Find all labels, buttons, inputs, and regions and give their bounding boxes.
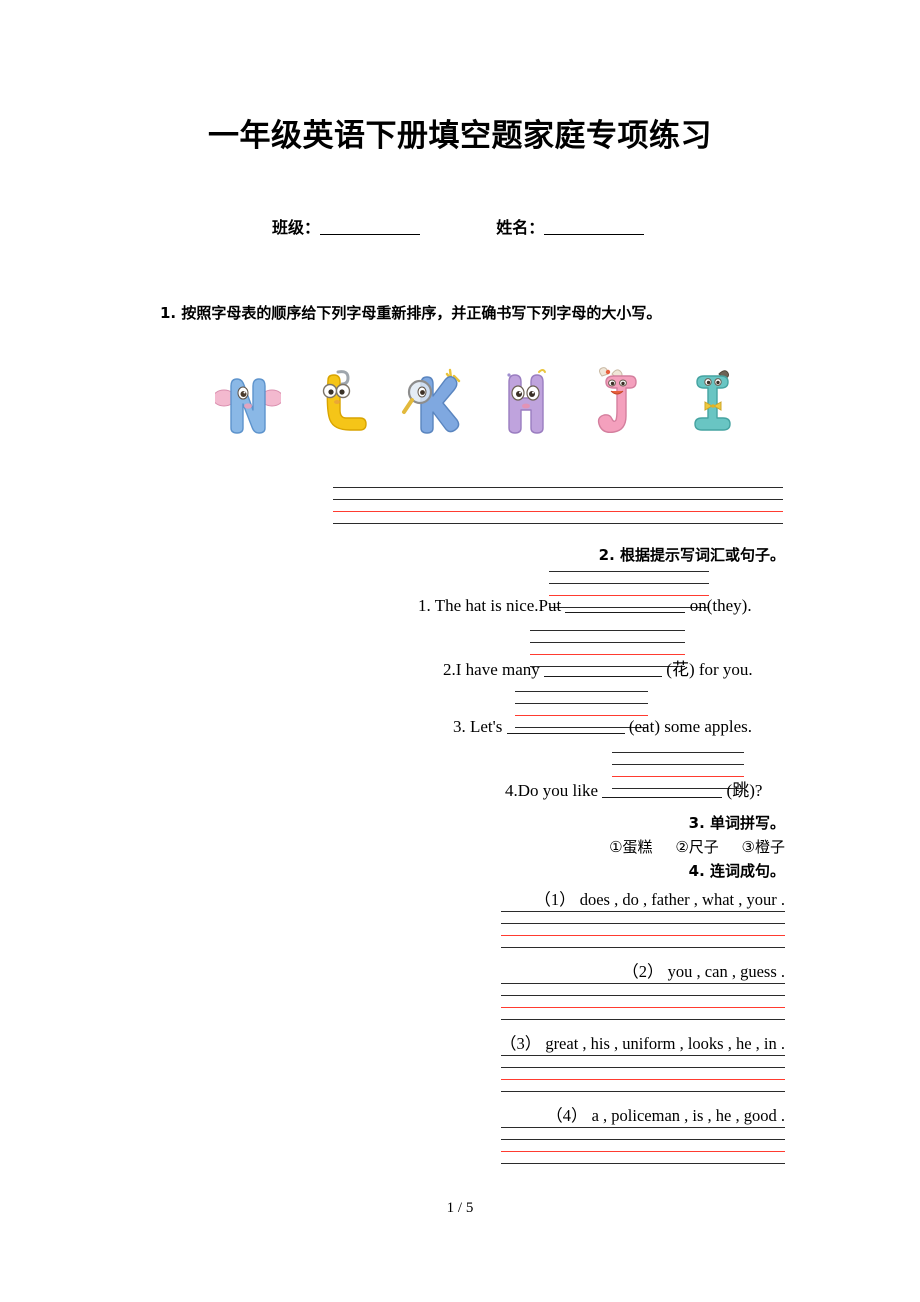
- q2-item-2: 2.I have many (花) for you.: [443, 655, 753, 680]
- q2-item-2-blank[interactable]: [544, 663, 663, 677]
- staff-line-red-mid: [501, 935, 785, 936]
- staff-line-top: [501, 983, 785, 984]
- class-field: 班级：: [272, 214, 421, 238]
- q2-item-3-suffix: (eat) some apples.: [628, 717, 753, 736]
- q2-item-4-suffix: (跳)?: [726, 781, 763, 800]
- staff-line-bottom: [501, 1163, 785, 1164]
- staff-line-upper-mid: [333, 499, 783, 500]
- staff-line-red-mid: [515, 715, 648, 716]
- staff-line-top: [501, 911, 785, 912]
- q2-item-4-prefix: 4.Do you like: [505, 781, 599, 800]
- writing-staff-q4-4[interactable]: [501, 1127, 785, 1165]
- q2-item-4: 4.Do you like (跳)?: [505, 776, 762, 801]
- q4-item-2: （2） you , can , guess .: [622, 962, 785, 981]
- staff-line-bottom: [501, 947, 785, 948]
- letter-image-i: [679, 362, 745, 436]
- q2-item-1-blank[interactable]: [565, 599, 686, 613]
- letter-image-l: [308, 362, 374, 436]
- q2-item-2-prefix: 2.I have many: [443, 660, 540, 679]
- staff-line-top: [501, 1127, 785, 1128]
- staff-line-red-mid: [501, 1007, 785, 1008]
- spell-option-1[interactable]: ①蛋糕: [609, 836, 652, 857]
- question-4-heading: 4. 连词成句。: [688, 862, 785, 880]
- staff-line-upper-mid: [501, 1067, 785, 1068]
- q2-item-1-suffix: on(they).: [689, 596, 752, 615]
- q2-item-3: 3. Let's (eat) some apples.: [453, 717, 752, 737]
- class-label: 班级：: [272, 218, 321, 237]
- writing-staff-q4-3[interactable]: [501, 1055, 785, 1093]
- letter-image-n: [215, 362, 281, 436]
- staff-line-top: [612, 752, 744, 753]
- worksheet-page: 一年级英语下册填空题家庭专项练习 班级： 姓名： 1. 按照字母表的顺序给下列字…: [0, 0, 920, 1302]
- staff-line-red-mid: [501, 1079, 785, 1080]
- q2-item-1: 1. The hat is nice.Put on(they).: [418, 596, 752, 616]
- staff-line-top: [549, 571, 709, 572]
- q4-item-1: （1） does , do , father , what , your .: [534, 890, 785, 909]
- question-1-heading: 1. 按照字母表的顺序给下列字母重新排序，并正确书写下列字母的大小写。: [160, 304, 662, 322]
- name-blank[interactable]: [544, 219, 645, 235]
- staff-line-upper-mid: [549, 583, 709, 584]
- question-2-heading: 2. 根据提示写词汇或句子。: [598, 546, 785, 564]
- staff-line-upper-mid: [530, 642, 685, 643]
- spell-option-3[interactable]: ③橙子: [742, 836, 785, 857]
- writing-staff-q4-2[interactable]: [501, 983, 785, 1021]
- question-3-options: ①蛋糕 ②尺子 ③橙子: [609, 836, 785, 857]
- q4-item-4: （4） a , policeman , is , he , good .: [546, 1106, 785, 1125]
- staff-line-top: [530, 630, 685, 631]
- staff-line-red-mid: [333, 511, 783, 512]
- page-title: 一年级英语下册填空题家庭专项练习: [208, 118, 712, 154]
- staff-line-red-mid: [501, 1151, 785, 1152]
- staff-line-bottom: [333, 523, 783, 524]
- q2-item-3-prefix: 3. Let's: [453, 717, 503, 736]
- staff-line-upper-mid: [501, 995, 785, 996]
- staff-line-bottom: [501, 1091, 785, 1092]
- q2-item-2-suffix: (花) for you.: [666, 660, 753, 679]
- staff-line-top: [515, 691, 648, 692]
- alphabet-letters-row: [215, 358, 745, 436]
- staff-line-upper-mid: [501, 1139, 785, 1140]
- staff-line-upper-mid: [515, 703, 648, 704]
- name-label: 姓名：: [496, 218, 545, 237]
- q2-item-1-prefix: 1. The hat is nice.Put: [418, 596, 562, 615]
- q2-item-4-blank[interactable]: [602, 784, 723, 798]
- name-field: 姓名：: [496, 214, 645, 238]
- spell-option-2[interactable]: ②尺子: [675, 836, 718, 857]
- staff-line-upper-mid: [501, 923, 785, 924]
- page-footer: 1 / 5: [446, 1200, 474, 1216]
- student-info-row: 班级： 姓名：: [272, 214, 645, 238]
- letter-image-j: [586, 362, 652, 436]
- class-blank[interactable]: [320, 219, 421, 235]
- letter-image-k: [401, 362, 467, 436]
- staff-line-top: [333, 487, 783, 488]
- q4-item-3: （3） great , his , uniform , looks , he ,…: [499, 1034, 785, 1053]
- staff-line-upper-mid: [612, 764, 744, 765]
- letter-image-h: [493, 362, 559, 436]
- staff-line-top: [501, 1055, 785, 1056]
- question-3-heading: 3. 单词拼写。: [688, 814, 785, 832]
- writing-staff-q1[interactable]: [333, 487, 783, 525]
- q2-item-3-blank[interactable]: [506, 720, 625, 734]
- writing-staff-q4-1[interactable]: [501, 911, 785, 949]
- staff-line-bottom: [501, 1019, 785, 1020]
